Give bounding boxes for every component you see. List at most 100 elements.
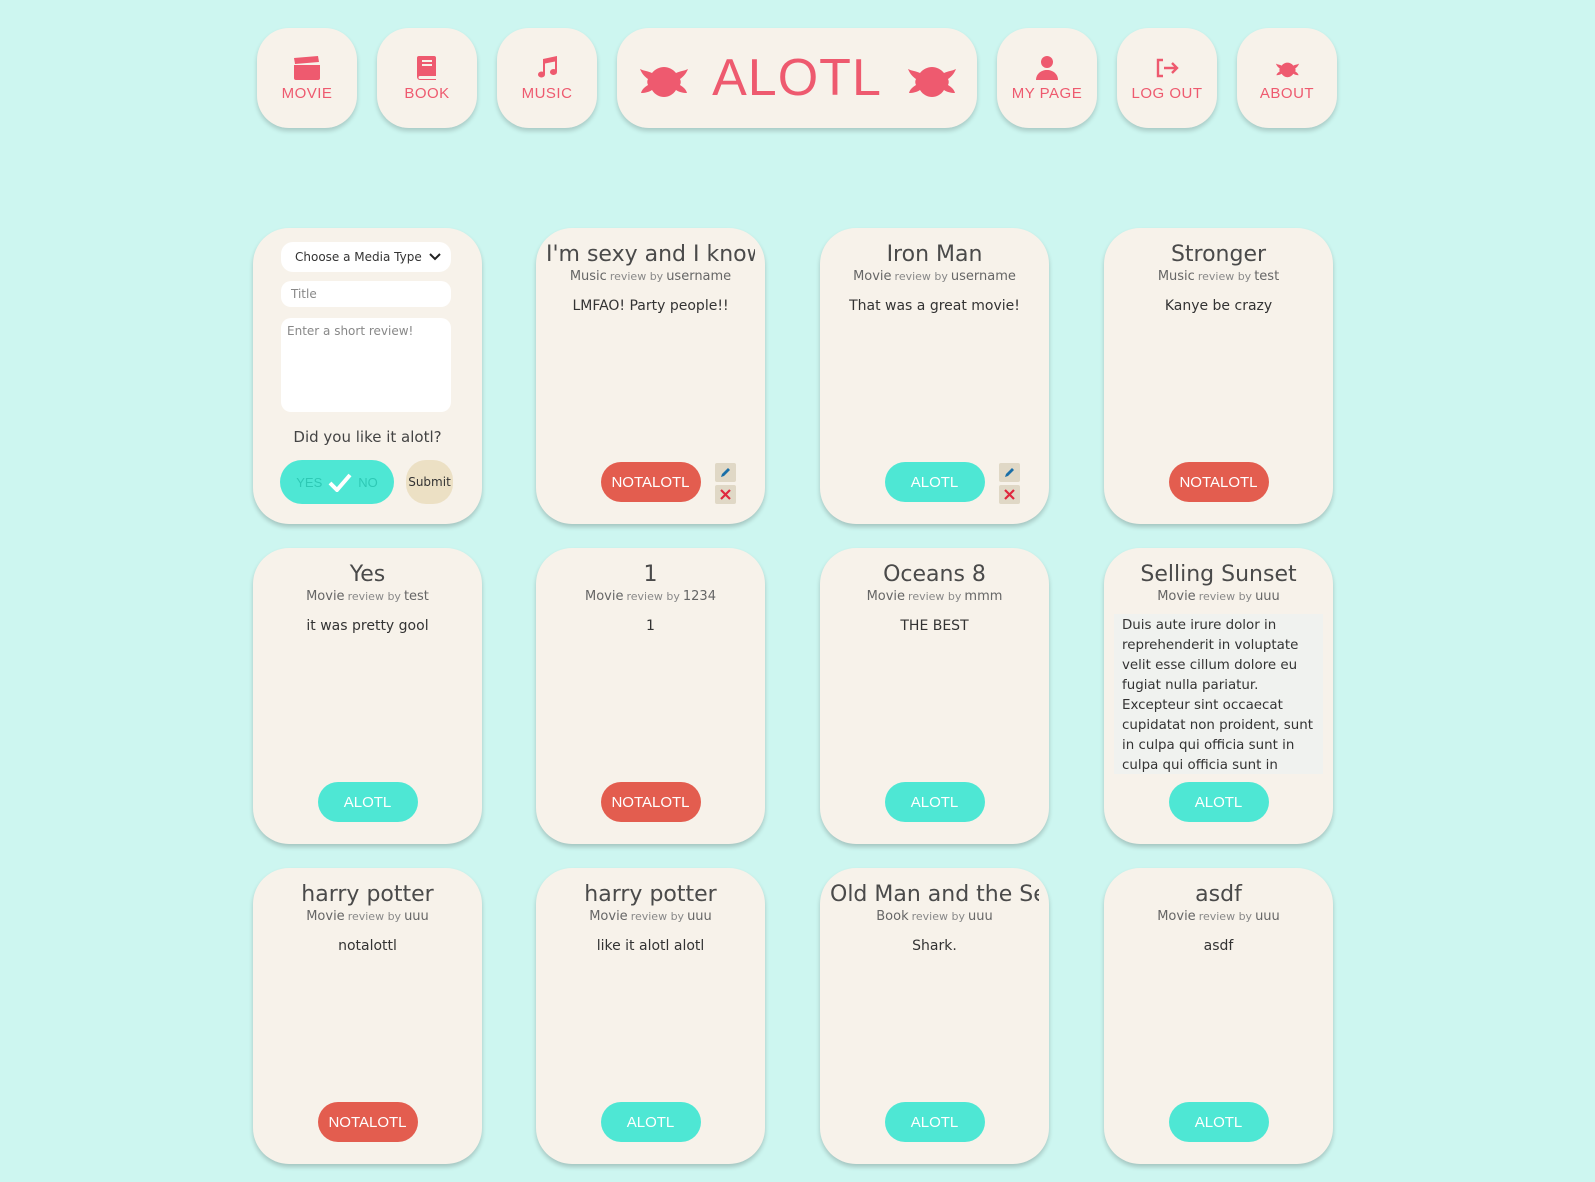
review-by-label: review by [908,590,962,603]
review-by-label: review by [911,910,965,923]
review-text: 1 [646,618,655,634]
review-username: uuu [404,909,429,924]
verdict-button[interactable]: ALOTL [1168,782,1269,822]
new-review-form: Choose a Media Type Title Enter a short … [253,228,482,524]
delete-button[interactable] [999,485,1020,504]
review-title: harry potter [584,882,717,907]
verdict-button[interactable]: ALOTL [317,782,418,822]
nav-log-out-label: LOG OUT [1131,84,1203,102]
review-text: Duis aute irure dolor in reprehenderit i… [1114,614,1323,774]
review-meta: Movie review by test [263,589,472,604]
review-username: uuu [1255,589,1280,604]
review-username: 1234 [682,589,716,604]
review-card: Stronger Music review by test Kanye be crazy… [1104,228,1333,524]
pencil-icon [1005,468,1014,477]
review-card: I'm sexy and I know it Musicreview byuser… [536,228,765,524]
review-meta: Music review by test [1114,269,1323,284]
nav-music-button[interactable]: MUSIC [497,28,597,128]
review-title: asdf [1195,882,1242,907]
brand-logo[interactable]: ALOTL [617,28,977,128]
review-title: I'm sexy and I know it [546,242,755,267]
review-by-label: review by [630,910,685,923]
review-media-type: Book [876,909,909,924]
chevron-down-icon [429,253,441,261]
media-type-select[interactable]: Choose a Media Type [281,242,451,272]
nav-about-button[interactable]: ABOUT [1237,28,1337,128]
like-question: Did you like it alotl? [293,428,442,446]
review-card: Yes Movie review by test it was pretty gool A… [253,548,482,844]
nav-my-page-label: MY PAGE [1011,84,1083,102]
close-icon [1004,489,1015,500]
review-meta: Music review by username [546,269,755,284]
review-title: harry potter [301,882,434,907]
review-username: uuu [968,909,993,924]
review-username: username [950,269,1016,284]
delete-button[interactable] [715,485,736,504]
review-title: Yes [349,562,386,587]
axolotl-head-icon [1275,62,1300,77]
verdict-button[interactable]: NOTALOTL [600,462,701,502]
review-text: That was a great movie! [849,298,1020,314]
nav-movie-button[interactable]: MOVIE [257,28,357,128]
review-textarea-placeholder: Enter a short review! [287,324,414,338]
review-card: 1 Movie review by 1234 1 NOTALOTL [536,548,765,844]
review-tools [715,460,737,504]
verdict-button[interactable]: NOTALOTL [317,1102,418,1142]
review-text: THE BEST [900,618,969,634]
verdict-button[interactable]: ALOTL [884,1102,985,1142]
axolotl-head-icon [907,67,956,97]
like-toggle[interactable]: YES NO [280,460,394,504]
verdict-button[interactable]: NOTALOTL [1168,462,1269,502]
review-card: Old Man and the Sea Book review by uuu Shark… [820,868,1049,1164]
review-username: username [666,269,732,284]
submit-button[interactable]: Submit [406,460,453,504]
review-media-type: Movie [866,589,906,604]
review-by-label: review by [1198,910,1253,923]
edit-button[interactable] [999,463,1020,482]
review-text: Kanye be crazy [1164,298,1273,314]
review-meta: Movie review by uuu [263,909,472,924]
review-card: Iron Man Movie review by username That was a… [820,228,1049,524]
axolotl-head-icon [640,67,689,97]
title-input-placeholder: Title [291,287,317,301]
review-title: Oceans 8 [883,562,986,587]
review-meta: Movie review by uuu [1114,909,1323,924]
nav-book-button[interactable]: BOOK [377,28,477,128]
review-title: Stronger [1170,242,1267,267]
review-media-type: Movie [1157,909,1196,924]
nav-log-out-button[interactable]: LOG OUT [1117,28,1217,128]
review-media-type: Music [569,269,607,284]
review-card: harry potter Movie review by uuu like it alo… [536,868,765,1164]
review-card: harry potter Movie review by uuu notalottl NO… [253,868,482,1164]
review-meta: Movie review by username [830,269,1039,284]
review-username: test [1254,269,1280,284]
review-username: mmm [964,589,1003,604]
review-media-type: Movie [585,589,624,604]
review-by-label: review by [347,590,401,603]
review-text: notalottl [338,938,397,954]
review-username: uuu [687,909,712,924]
verdict-button[interactable]: ALOTL [1168,1102,1269,1142]
review-title: Iron Man [886,242,983,267]
review-textarea[interactable]: Enter a short review! [281,318,451,412]
edit-button[interactable] [715,463,736,482]
verdict-button[interactable]: ALOTL [600,1102,701,1142]
review-by-label: review by [1197,270,1252,283]
toggle-yes-label: YES [296,474,323,490]
nav-book-label: BOOK [404,84,450,102]
review-card: Selling Sunset Movie review by uuu Duis aute… [1104,548,1333,844]
review-text: Shark. [912,938,957,954]
verdict-button[interactable]: ALOTL [884,462,985,502]
review-tools [999,460,1021,504]
title-input[interactable]: Title [281,281,451,307]
review-text: it was pretty gool [306,618,429,634]
nav-my-page-button[interactable]: MY PAGE [997,28,1097,128]
review-title: 1 [643,562,658,587]
review-meta: Movie review by mmm [830,589,1039,604]
toggle-no-label: NO [358,474,378,490]
pencil-icon [721,468,730,477]
verdict-button[interactable]: NOTALOTL [600,782,701,822]
verdict-button[interactable]: ALOTL [884,782,985,822]
nav-movie-label: MOVIE [281,84,333,102]
review-meta: Movie review by uuu [1114,589,1323,604]
